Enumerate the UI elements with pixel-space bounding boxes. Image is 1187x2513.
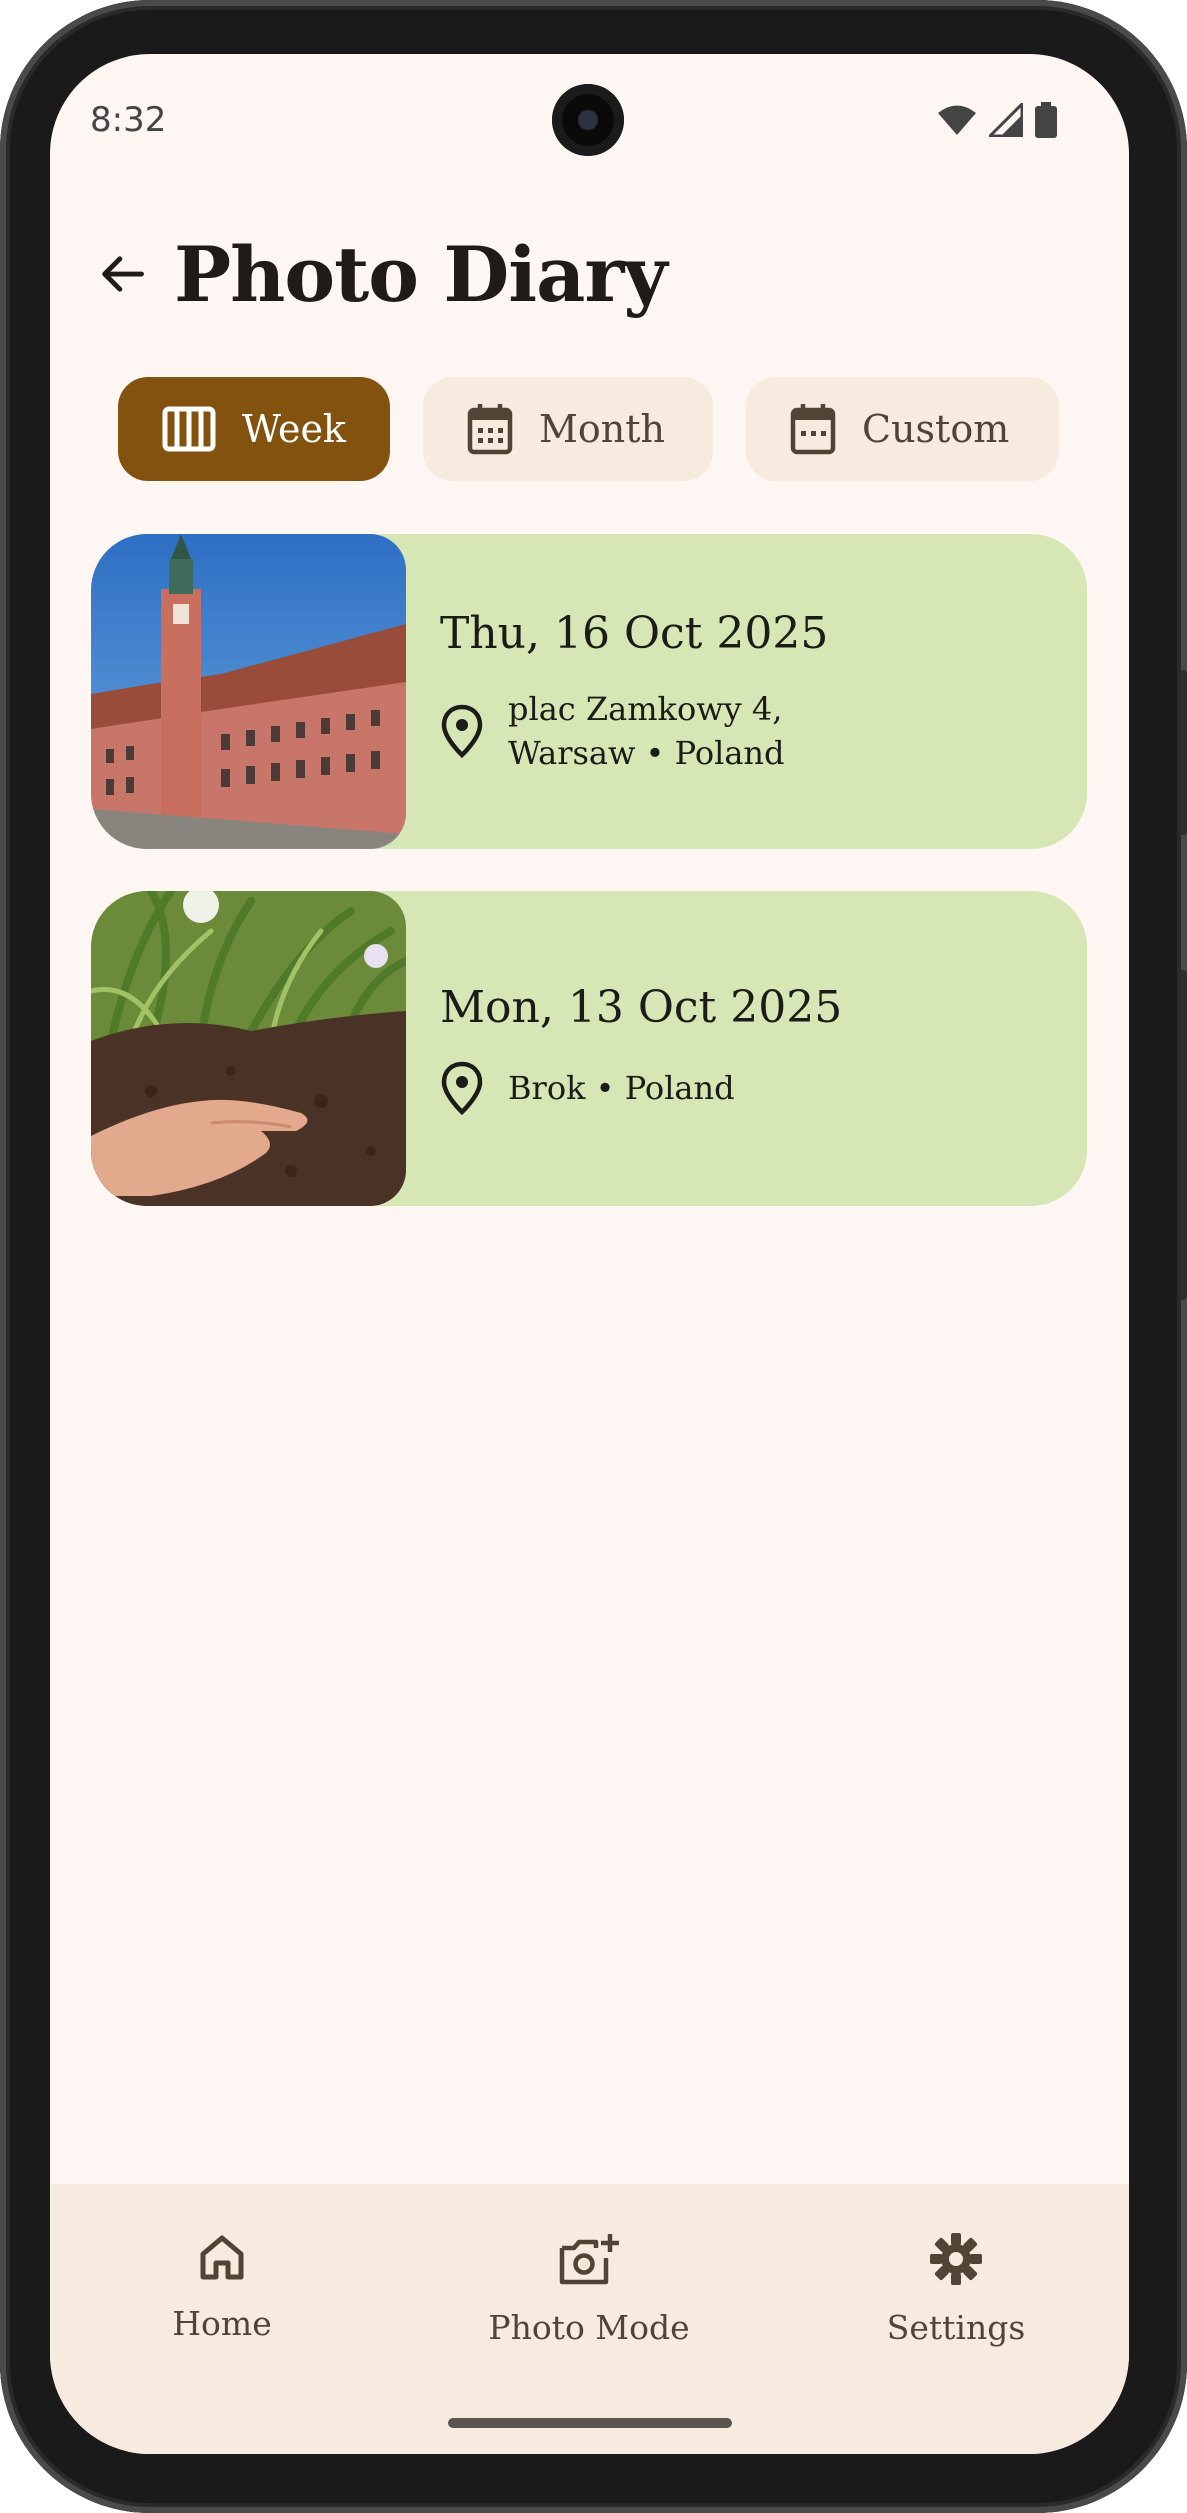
nav-photo-mode-label: Photo Mode	[488, 2308, 690, 2347]
phone-frame: 8:32 Photo Diary Week Month Custom Thu, …	[0, 0, 1187, 2513]
page-title: Photo Diary	[174, 229, 668, 319]
entry-location-text: plac Zamkowy 4, Warsaw • Poland	[508, 687, 785, 775]
diary-entry-body: Mon, 13 Oct 2025 Brok • Poland	[406, 891, 842, 1206]
filter-chips: Week Month Custom	[118, 377, 1059, 481]
chip-month-label: Month	[539, 407, 666, 451]
entry-date: Mon, 13 Oct 2025	[440, 982, 843, 1033]
castle-photo-thumbnail	[91, 534, 406, 849]
diary-entry-card[interactable]: Mon, 13 Oct 2025 Brok • Poland	[91, 891, 1087, 1206]
location-pin-icon	[441, 1061, 483, 1115]
back-button[interactable]	[90, 242, 154, 306]
battery-icon	[1035, 102, 1057, 138]
chip-week[interactable]: Week	[118, 377, 390, 481]
calendar-custom-icon	[790, 404, 836, 455]
bottom-navigation-bar: Home Photo Mode Settings	[50, 2184, 1129, 2454]
nav-home[interactable]: Home	[72, 2232, 372, 2343]
status-bar: 8:32	[50, 54, 1129, 184]
power-button	[1179, 670, 1187, 835]
entry-location-line1: Brok • Poland	[508, 1069, 735, 1107]
soil-hand-photo-thumbnail	[91, 891, 406, 1206]
entry-date: Thu, 16 Oct 2025	[440, 608, 829, 659]
diary-entry-body: Thu, 16 Oct 2025 plac Zamkowy 4, Warsaw …	[406, 534, 828, 849]
front-camera	[552, 84, 624, 156]
nav-photo-mode[interactable]: Photo Mode	[439, 2232, 739, 2347]
chip-custom-label: Custom	[862, 407, 1010, 451]
nav-settings-label: Settings	[886, 2308, 1026, 2347]
app-screen: 8:32 Photo Diary Week Month Custom Thu, …	[50, 54, 1129, 2454]
chip-week-label: Week	[242, 407, 346, 451]
wifi-icon	[938, 105, 976, 135]
entry-location-line2: Warsaw • Poland	[508, 734, 785, 772]
home-icon	[200, 2235, 244, 2280]
nav-home-label: Home	[172, 2304, 272, 2343]
top-app-bar: Photo Diary	[90, 224, 668, 324]
volume-button	[1179, 970, 1187, 1300]
entry-location: plac Zamkowy 4, Warsaw • Poland	[440, 687, 828, 775]
chip-month[interactable]: Month	[423, 377, 713, 481]
gear-icon	[930, 2233, 982, 2285]
add-photo-icon	[559, 2234, 619, 2285]
chip-custom[interactable]: Custom	[746, 377, 1059, 481]
entry-location: Brok • Poland	[440, 1061, 842, 1115]
entry-location-line1: plac Zamkowy 4,	[508, 690, 783, 728]
location-pin-icon	[441, 704, 483, 758]
view-week-icon	[162, 406, 216, 452]
status-icons	[937, 102, 1057, 138]
diary-entry-list: Thu, 16 Oct 2025 plac Zamkowy 4, Warsaw …	[91, 534, 1087, 1248]
diary-entry-card[interactable]: Thu, 16 Oct 2025 plac Zamkowy 4, Warsaw …	[91, 534, 1087, 849]
entry-location-text: Brok • Poland	[508, 1066, 735, 1110]
status-time: 8:32	[90, 100, 167, 140]
arrow-back-icon	[102, 256, 144, 292]
cellular-signal-icon	[989, 103, 1023, 137]
nav-settings[interactable]: Settings	[806, 2232, 1106, 2347]
gesture-home-indicator[interactable]	[448, 2418, 732, 2428]
calendar-month-icon	[467, 404, 513, 455]
